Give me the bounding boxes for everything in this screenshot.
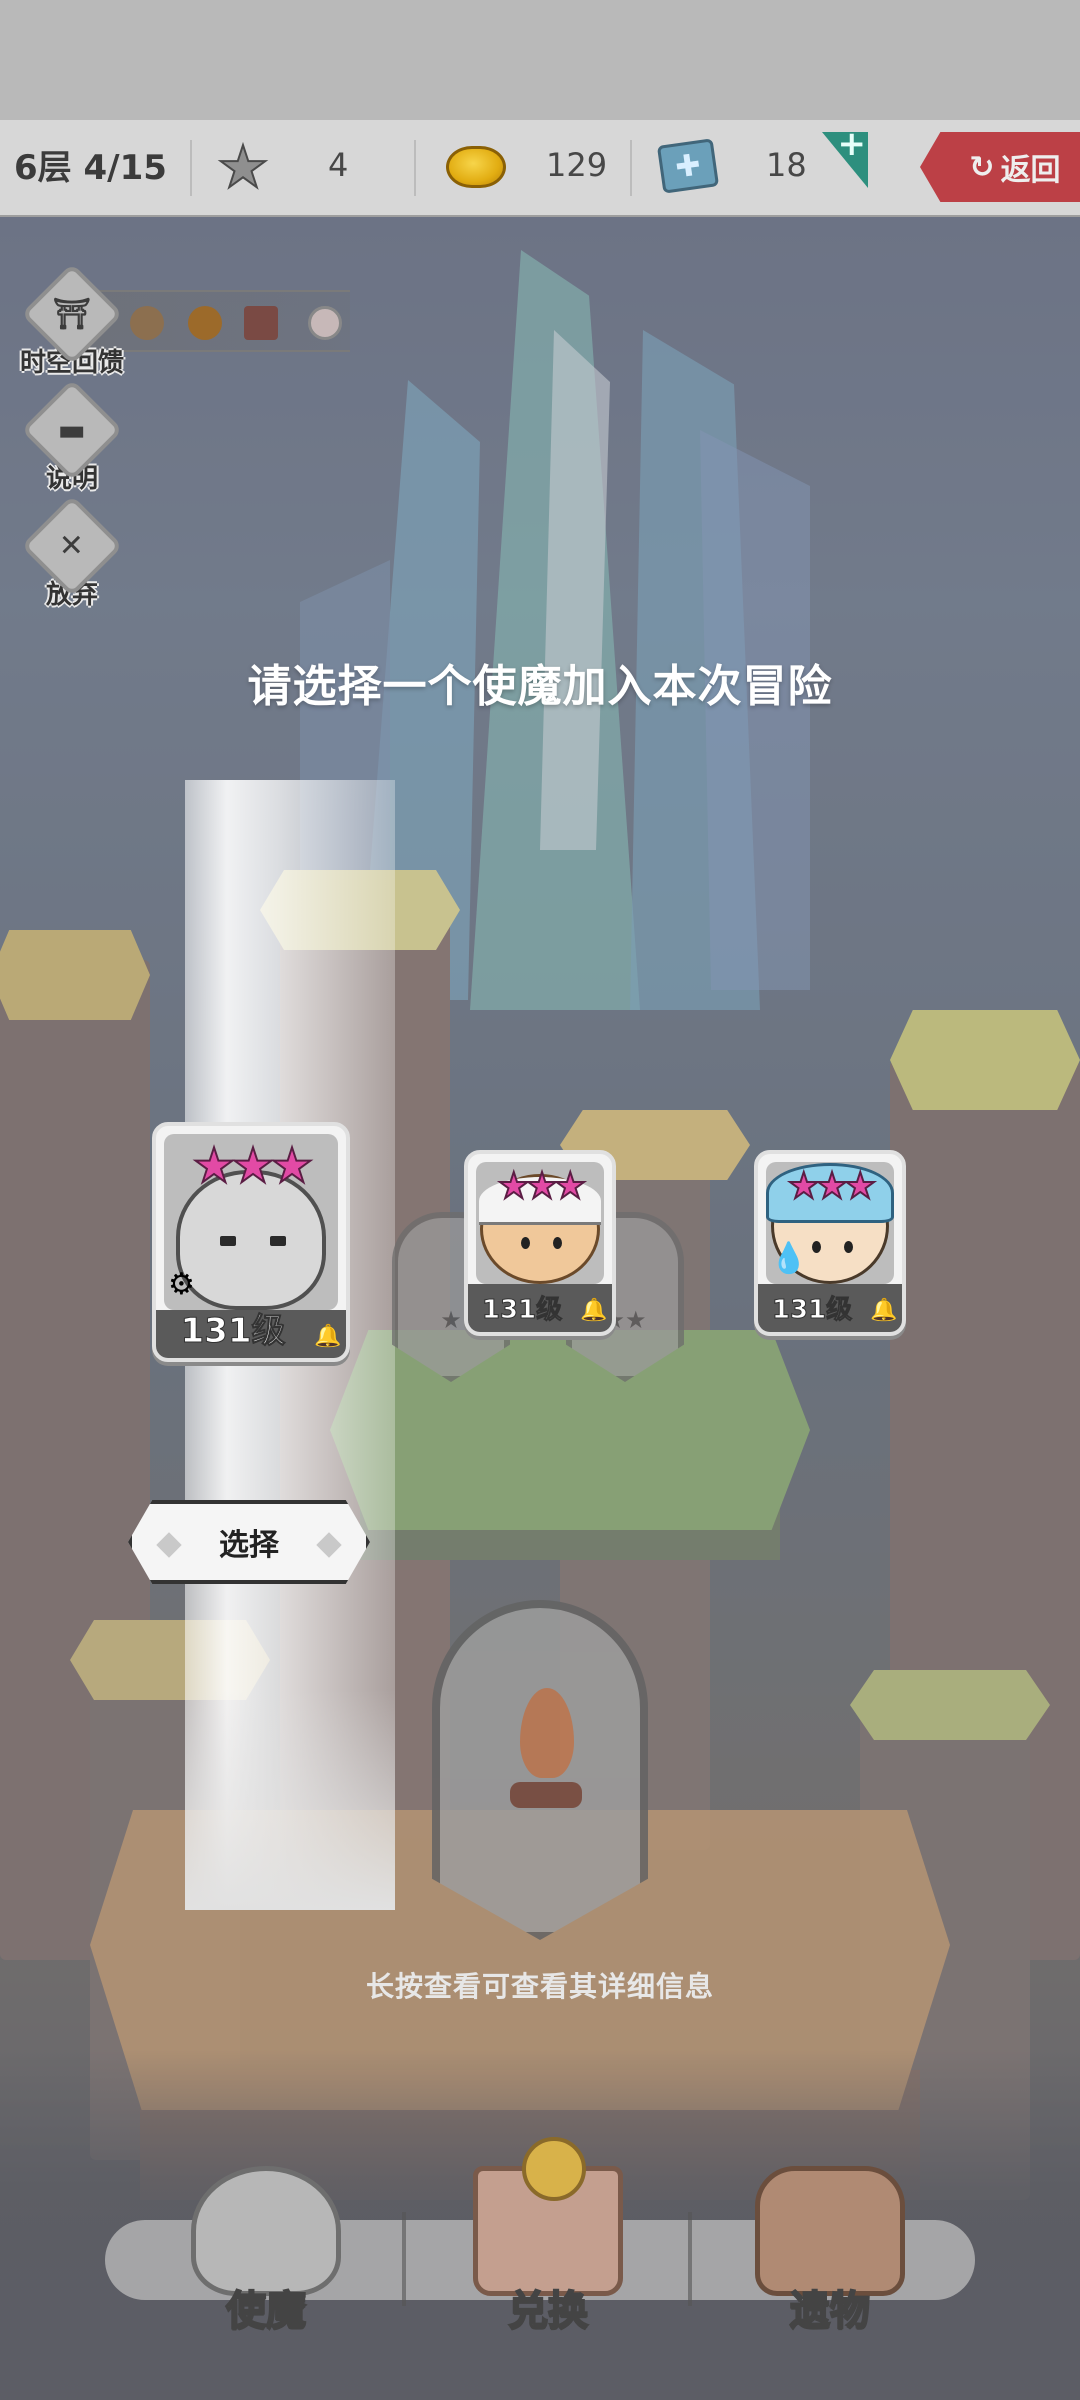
- star-rating: ★★★: [497, 1165, 588, 1208]
- eye: [270, 1236, 286, 1246]
- knight-helmet-icon: [191, 2166, 341, 2296]
- eye: [553, 1237, 562, 1249]
- divider: [630, 140, 632, 196]
- creature-card-dragon[interactable]: ★★★ ⚙ 131级 🔔: [152, 1122, 350, 1362]
- creature-level: 131级: [481, 1295, 563, 1326]
- eye: [220, 1236, 236, 1246]
- long-press-hint: 长按查看可查看其详细信息: [365, 1970, 714, 2003]
- nav-creatures[interactable]: 使魔: [146, 2150, 386, 2340]
- shop-icon: [473, 2137, 623, 2296]
- side-button-abandon[interactable]: ✕ 放弃: [20, 495, 124, 611]
- eye: [812, 1241, 821, 1253]
- divider: [190, 140, 192, 196]
- creature-level: 131级: [771, 1295, 853, 1326]
- eye: [521, 1237, 530, 1249]
- nav-exchange[interactable]: 兑换: [428, 2137, 668, 2340]
- selection-prompt: 请选择一个使魔加入本次冒险: [247, 661, 833, 712]
- select-label: 选择: [219, 1528, 279, 1563]
- creature-portrait: ★★★: [476, 1162, 604, 1284]
- side-button-info[interactable]: ▬ 说明: [20, 379, 124, 495]
- return-button[interactable]: ↻ 返回: [920, 132, 1080, 202]
- star-count: 4: [328, 146, 349, 184]
- creature-level: 131级: [180, 1311, 286, 1352]
- relic-slot: [188, 306, 222, 340]
- nav-label: 遗物: [789, 2287, 871, 2335]
- nav-separator: [402, 2212, 406, 2306]
- nav-relics[interactable]: 遗物: [710, 2150, 950, 2340]
- nav-label: 使魔: [225, 2287, 307, 2335]
- water-drop-icon: 💧: [770, 1241, 808, 1276]
- backpack-icon: [755, 2166, 905, 2296]
- nav-separator: [688, 2212, 692, 2306]
- bell-icon: 🔔: [314, 1324, 342, 1349]
- creature-card-knight[interactable]: ★★★ 💧 131级 🔔: [754, 1150, 906, 1336]
- star-icon: ★: [216, 132, 270, 202]
- ticket-icon: ✚: [656, 138, 720, 194]
- eye: [844, 1241, 853, 1253]
- campfire-node[interactable]: [432, 1600, 648, 1940]
- relic-slot: [308, 306, 342, 340]
- star-rating: ★★★: [191, 1137, 314, 1195]
- flame: [520, 1688, 574, 1778]
- ticket-count: 18: [766, 146, 807, 184]
- gold-icon: [446, 146, 506, 188]
- nav-label: 兑换: [507, 2287, 589, 2335]
- creature-card-mummy[interactable]: ★★★ 131级 🔔: [464, 1150, 616, 1336]
- star-rating: ★★★: [787, 1165, 878, 1208]
- side-button-feedback[interactable]: ⛩ 时空回馈: [20, 263, 124, 379]
- bell-icon: 🔔: [580, 1298, 608, 1323]
- campfire-icon: [510, 1688, 582, 1808]
- floor-progress: 6层 4/15: [14, 148, 167, 188]
- select-button[interactable]: 选择: [128, 1500, 370, 1584]
- relic-slot: [244, 306, 278, 340]
- relic-slot: [130, 306, 164, 340]
- bell-icon: 🔔: [870, 1298, 898, 1323]
- gear-icon: ⚙: [168, 1267, 195, 1302]
- return-arrow-icon: ↻: [969, 149, 995, 185]
- divider: [414, 140, 416, 196]
- log: [510, 1782, 582, 1808]
- gold-count: 129: [546, 146, 608, 184]
- return-label: 返回: [1000, 153, 1061, 188]
